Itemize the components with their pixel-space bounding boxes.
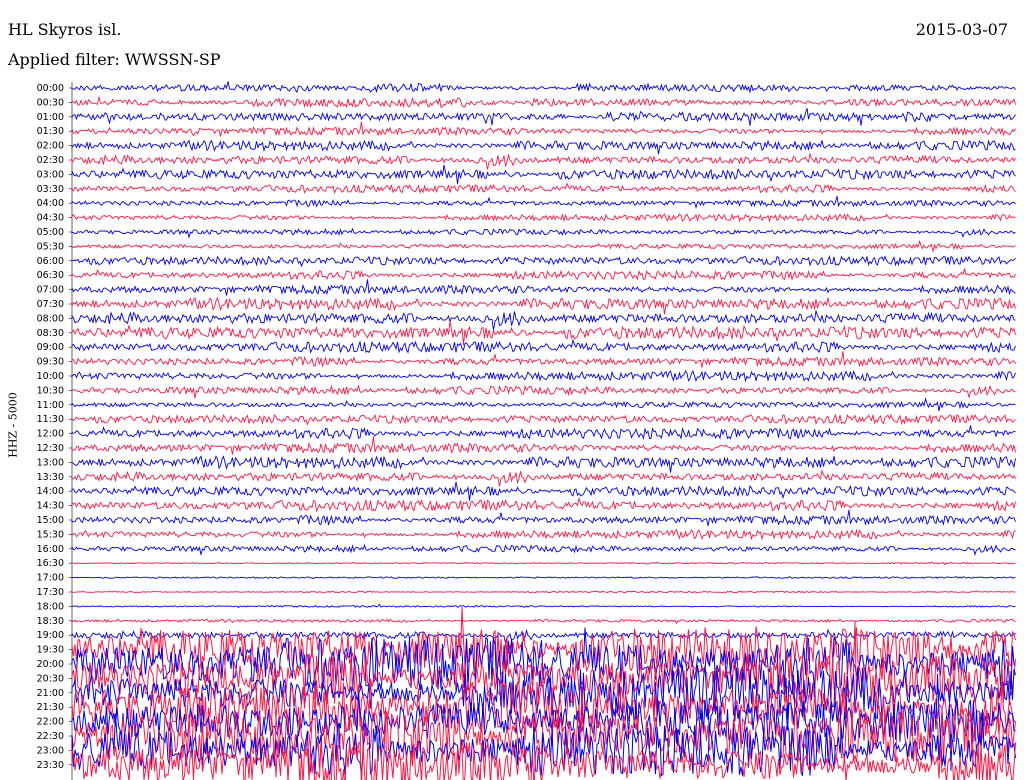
y-tick-label: 10:00 <box>37 371 64 382</box>
trace-0600 <box>71 255 1016 268</box>
y-tick-label: 07:30 <box>37 299 64 310</box>
y-tick-label: 23:30 <box>37 760 64 771</box>
y-tick-label: 04:00 <box>37 198 64 209</box>
y-tick-label: 21:30 <box>37 702 64 713</box>
trace-0500 <box>71 227 1016 239</box>
trace-1830 <box>71 618 1016 625</box>
trace-0200 <box>71 139 1016 155</box>
y-tick-label: 13:00 <box>37 457 64 468</box>
y-tick-label: 09:30 <box>37 357 64 368</box>
y-tick-label: 18:00 <box>37 601 64 612</box>
y-tick-label: 04:30 <box>37 213 64 224</box>
trace-1430 <box>71 496 1016 513</box>
trace-0100 <box>71 108 1016 126</box>
helicorder-plot: 00:00 00:30 01:00 01:30 02:00 02:30 03:00 03:30… <box>37 81 1016 780</box>
y-tick-label: 01:00 <box>37 112 64 123</box>
y-tick-label: 03:30 <box>37 184 64 195</box>
y-tick-label: 06:30 <box>37 270 64 281</box>
y-tick-label: 17:30 <box>37 587 64 598</box>
y-tick-label: 12:00 <box>37 429 64 440</box>
trace-1600 <box>71 543 1016 556</box>
trace-1500 <box>71 509 1016 527</box>
y-tick-label: 14:30 <box>37 501 64 512</box>
y-tick-label: 15:00 <box>37 515 64 526</box>
y-tick-label: 06:00 <box>37 256 64 267</box>
y-tick-label: 22:30 <box>37 731 64 742</box>
trace-0830 <box>71 320 1016 346</box>
trace-1800 <box>71 603 1016 609</box>
y-tick-label: 18:30 <box>37 616 64 627</box>
y-tick-label: 16:00 <box>37 544 64 555</box>
y-tick-label: 16:30 <box>37 558 64 569</box>
trace-1700 <box>71 576 1016 580</box>
trace-0030 <box>71 96 1016 109</box>
y-tick-label: 07:00 <box>37 285 64 296</box>
trace-1330 <box>71 468 1016 487</box>
trace-0900 <box>71 338 1016 354</box>
y-tick-label: 23:00 <box>37 745 64 756</box>
y-tick-label: 01:30 <box>37 126 64 137</box>
trace-1530 <box>71 528 1016 541</box>
trace-1230 <box>71 436 1016 455</box>
y-tick-label: 10:30 <box>37 385 64 396</box>
trace-1030 <box>71 384 1016 399</box>
trace-0230 <box>71 152 1016 170</box>
y-tick-label: 02:00 <box>37 141 64 152</box>
y-tick-label: 08:00 <box>37 313 64 324</box>
y-tick-label: 03:00 <box>37 169 64 180</box>
y-tick-label: 14:00 <box>37 486 64 497</box>
trace-1630 <box>71 561 1016 566</box>
y-tick-label: 11:00 <box>37 400 64 411</box>
trace-0000 <box>71 81 1016 94</box>
y-tick-label: 05:30 <box>37 241 64 252</box>
trace-1400 <box>71 481 1016 501</box>
y-tick-label: 21:00 <box>37 688 64 699</box>
trace-0630 <box>71 268 1016 281</box>
trace-0930 <box>71 351 1016 368</box>
y-tick-label: 13:30 <box>37 472 64 483</box>
trace-0700 <box>71 279 1016 296</box>
y-tick-label: 00:30 <box>37 97 64 108</box>
y-tick-label: 02:30 <box>37 155 64 166</box>
trace-0300 <box>71 164 1016 185</box>
trace-1130 <box>71 413 1016 426</box>
y-tick-label: 19:30 <box>37 645 64 656</box>
trace-0400 <box>71 195 1016 209</box>
y-tick-label: 00:00 <box>37 83 64 94</box>
trace-1200 <box>71 425 1016 440</box>
trace-0130 <box>71 121 1016 137</box>
y-tick-label: 08:30 <box>37 328 64 339</box>
trace-0430 <box>71 213 1016 223</box>
y-tick-label: 17:00 <box>37 573 64 584</box>
y-tick-label: 12:30 <box>37 443 64 454</box>
trace-1730 <box>71 590 1016 594</box>
y-tick-label: 20:00 <box>37 659 64 670</box>
y-tick-label: 22:00 <box>37 717 64 728</box>
trace-1000 <box>71 370 1016 383</box>
trace-0330 <box>71 182 1016 194</box>
trace-0800 <box>71 310 1016 331</box>
trace-1100 <box>71 397 1016 412</box>
y-tick-label: 05:00 <box>37 227 64 238</box>
trace-1300 <box>71 455 1016 473</box>
y-tick-label: 15:30 <box>37 529 64 540</box>
y-tick-label: 11:30 <box>37 414 64 425</box>
y-tick-label: 19:00 <box>37 630 64 641</box>
trace-0730 <box>71 296 1016 315</box>
y-tick-label: 20:30 <box>37 673 64 684</box>
trace-0530 <box>71 239 1016 252</box>
y-tick-label: 09:00 <box>37 342 64 353</box>
